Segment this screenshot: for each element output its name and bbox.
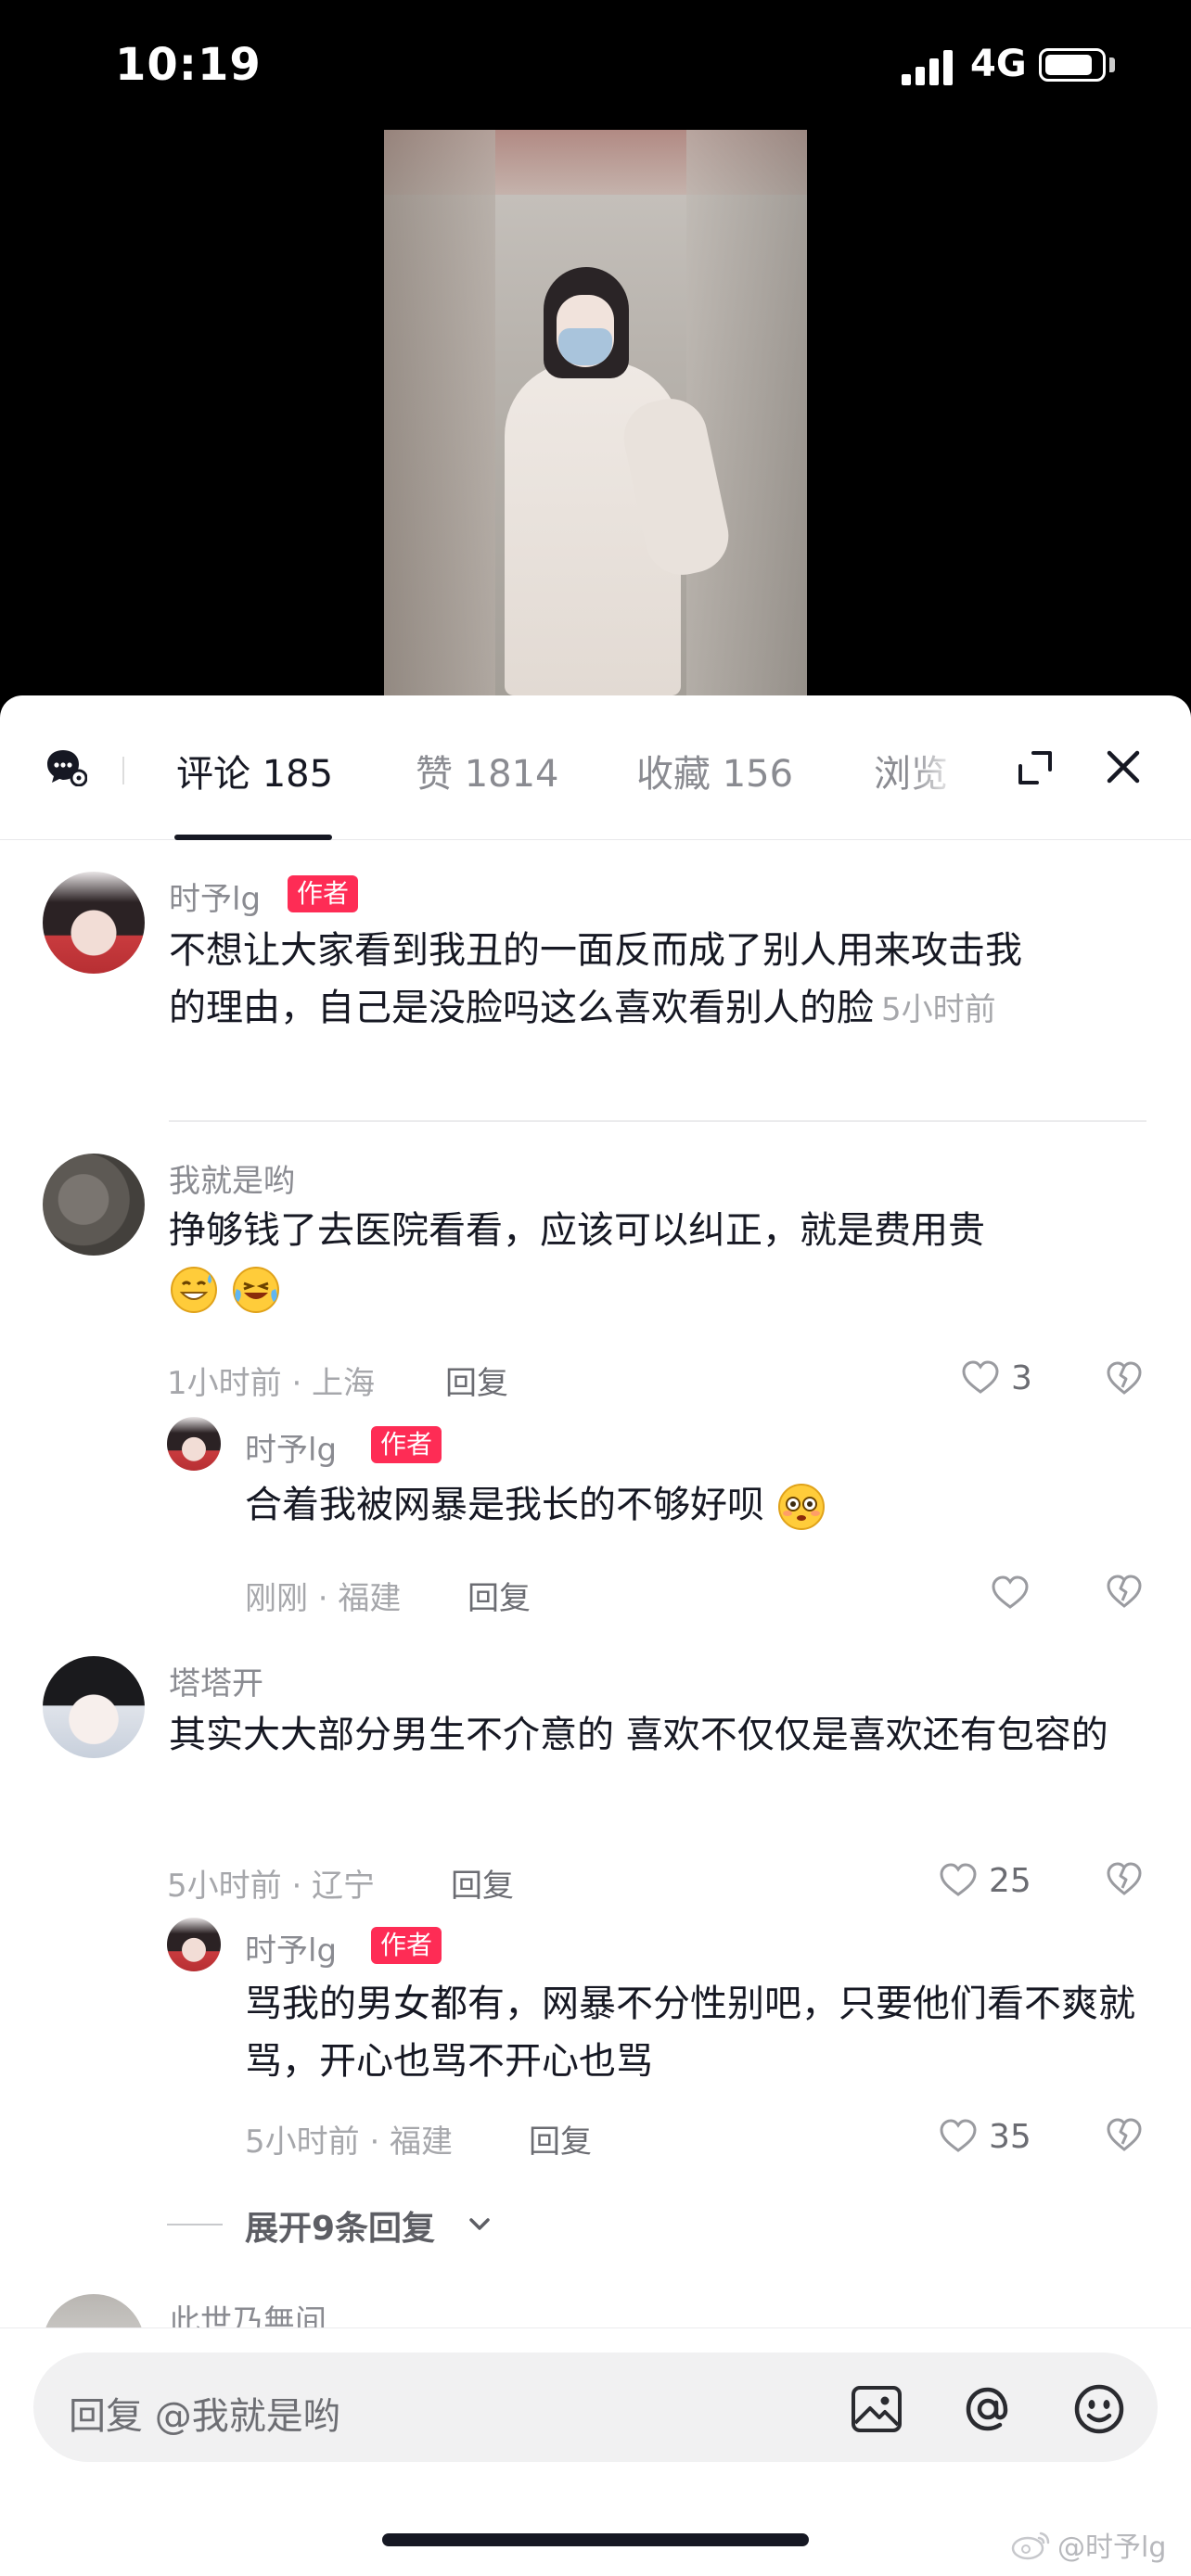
broken-heart-icon[interactable] [1106,1573,1143,1610]
reply-meta: 5小时前 · 福建 [245,2123,454,2161]
author-badge: 作者 [288,875,359,912]
video-preview[interactable] [384,130,807,695]
mention-icon[interactable] [959,2380,1017,2438]
reply-text[interactable]: 合着我被网暴是我长的不够好呗 [245,1476,1135,1534]
flushed-emoji [777,1484,825,1530]
tab-favorites[interactable]: 收藏 156 [636,744,793,797]
heart-icon[interactable] [939,1862,978,1897]
reply-input[interactable]: 回复 @我就是哟 [33,2353,1158,2462]
status-bar: 10:19 4G [0,0,1191,130]
avatar[interactable] [167,1918,221,1971]
like-count: 3 [1011,1359,1032,1397]
heart-icon[interactable] [991,1575,1030,1610]
image-icon[interactable] [848,2380,905,2438]
close-icon[interactable] [1100,744,1146,790]
comments-panel: 评论 185 赞 1814 收藏 156 浏览 时予lg 作者 不想让大家看到我… [0,695,1191,2576]
tab-bar: 评论 185 赞 1814 收藏 156 浏览 [0,695,1191,840]
home-indicator[interactable] [382,2533,809,2546]
tab-divider [122,757,124,784]
comment-text[interactable]: 其实大大部分男生不介意的 喜欢不仅仅是喜欢还有包容的 [169,1706,1143,1764]
tab-comments[interactable]: 评论 185 [176,744,333,797]
tab-fade [909,733,974,807]
grin-sweat-emoji [171,1267,217,1313]
comment-separator [169,1120,1146,1122]
heart-icon[interactable] [939,2118,978,2153]
broken-heart-icon[interactable] [1106,1359,1143,1396]
reply-text[interactable]: 骂我的男女都有，网暴不分性别吧，只要他们看不爽就骂，开心也骂不开心也骂 [245,1975,1135,2090]
battery-tip [1109,57,1115,72]
avatar[interactable] [43,872,145,974]
broken-heart-icon[interactable] [1106,1860,1143,1897]
reply-input-placeholder: 回复 @我就是哟 [69,2395,340,2438]
cry-laugh-emoji [232,1267,279,1313]
comment-meta: 5小时前 · 辽宁 [167,1868,376,1905]
chevron-down-icon [469,2218,490,2230]
battery-icon [1039,48,1106,82]
reply-username[interactable]: 时予lg [245,1925,337,1970]
tab-likes[interactable]: 赞 1814 [416,744,559,797]
comment-meta: 1小时前 · 上海 [167,1365,376,1402]
comment-settings-icon[interactable] [45,747,87,786]
fullscreen-icon[interactable] [1013,746,1057,790]
author-badge: 作者 [371,1927,442,1964]
like-count: 35 [989,2118,1031,2156]
avatar[interactable] [43,1154,145,1256]
reply-button[interactable]: 回复 [467,1573,531,1618]
comment-text[interactable]: 挣够钱了去医院看看，应该可以纠正，就是费用贵 [169,1202,1143,1317]
status-time: 10:19 [115,39,262,91]
reply-button[interactable]: 回复 [445,1358,508,1403]
tab-active-indicator [174,835,332,840]
watermark: @时予lg [1057,2531,1167,2564]
reply-button[interactable]: 回复 [451,1860,514,1906]
comment-text[interactable]: 不想让大家看到我丑的一面反而成了别人用来攻击我的理由，自己是没脸吗这么喜欢看别人… [169,922,1031,1039]
signal-icon [902,48,957,85]
expand-replies-label: 展开9条回复 [245,2210,436,2248]
reply-username[interactable]: 时予lg [245,1424,337,1470]
like-count: 25 [989,1862,1031,1900]
expand-line [167,2224,223,2225]
avatar[interactable] [167,1417,221,1471]
avatar[interactable] [43,1656,145,1758]
reply-button[interactable]: 回复 [529,2116,592,2162]
emoji-icon[interactable] [1070,2380,1128,2438]
comment-username[interactable]: 我就是哟 [169,1155,295,1201]
broken-heart-icon[interactable] [1106,2116,1143,2153]
comment-username[interactable]: 塔塔开 [169,1658,263,1703]
network-label: 4G [970,43,1027,85]
reply-meta: 刚刚 · 福建 [245,1580,402,1617]
comment-username[interactable]: 时予lg [169,874,261,919]
comment-time: 5小时前 [881,991,996,1028]
weibo-logo-icon [1011,2531,1050,2560]
heart-icon[interactable] [961,1359,1000,1395]
author-badge: 作者 [371,1426,442,1463]
